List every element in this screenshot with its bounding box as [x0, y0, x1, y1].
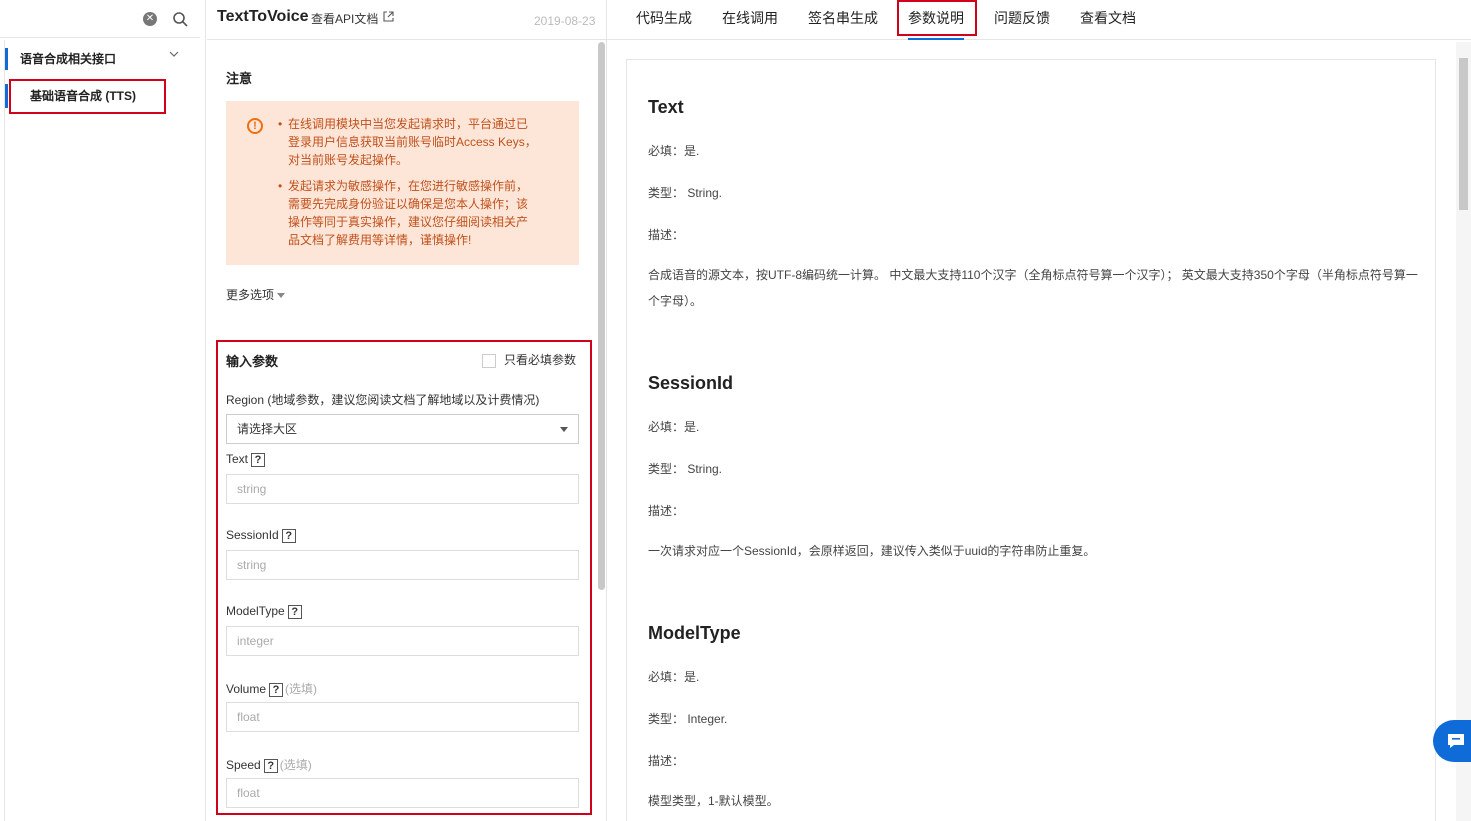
middle-scrollbar[interactable] [598, 42, 605, 590]
view-api-doc-link[interactable]: 查看API文档 [311, 10, 378, 27]
modeltype-input[interactable]: integer [226, 626, 579, 656]
param-desc: 合成语音的源文本，按UTF-8编码统一计算。 中文最大支持110个汉字（全角标点… [648, 268, 1418, 308]
speed-input[interactable]: float [226, 778, 579, 808]
sessionid-input[interactable]: string [226, 550, 579, 580]
chat-icon [1448, 734, 1464, 748]
region-select[interactable]: 请选择大区 [226, 414, 579, 444]
tab-signature[interactable]: 签名串生成 [808, 0, 878, 40]
notice-item: 在线调用模块中当您发起请求时，平台通过已登录用户信息获取当前账号临时Access… [278, 115, 538, 169]
param-type: 类型： String. [648, 462, 723, 476]
help-icon[interactable]: ? [281, 528, 296, 543]
sidebar-group-tts[interactable]: 语音合成相关接口 [5, 48, 195, 70]
region-label: Region (地域参数，建议您阅读文档了解地域以及计费情况) [226, 393, 540, 407]
param-type: 类型： Integer. [648, 712, 728, 726]
input-params-title: 输入参数 [226, 354, 279, 369]
optional-tag: (选填) [279, 758, 312, 772]
field-label-text: Text [226, 452, 249, 466]
param-type: 类型： String. [648, 186, 723, 200]
notice-title: 注意 [226, 71, 253, 86]
chat-button[interactable] [1433, 720, 1471, 762]
text-input[interactable]: string [226, 474, 579, 504]
docs-scrollbar-thumb[interactable] [1459, 58, 1468, 210]
optional-tag: (选填) [285, 682, 318, 696]
param-name: Text [648, 97, 684, 117]
volume-input[interactable]: float [226, 702, 579, 732]
param-required: 必填：是. [648, 144, 700, 158]
param-desc: 模型类型，1-默认模型。 [648, 794, 779, 808]
help-icon[interactable]: ? [263, 758, 278, 773]
modeltype-label: ModelType? [226, 604, 304, 619]
external-link-icon[interactable] [383, 11, 394, 22]
notice-list: 在线调用模块中当您发起请求时，平台通过已登录用户信息获取当前账号临时Access… [278, 115, 538, 257]
field-label-text: Volume [226, 682, 267, 696]
param-desc-label: 描述： [648, 754, 685, 768]
param-doc-card: Text 必填：是. 类型： String. 描述： 合成语音的源文本，按UTF… [626, 59, 1436, 821]
warning-icon: ! [247, 118, 263, 134]
field-label-text: Speed [226, 758, 261, 772]
chevron-down-icon [560, 427, 568, 432]
checkbox-box[interactable] [482, 353, 496, 368]
search-icon[interactable] [172, 11, 188, 27]
tab-param-description[interactable]: 参数说明 [908, 0, 964, 40]
tab-code-generation[interactable]: 代码生成 [636, 0, 692, 40]
param-desc-label: 描述： [648, 504, 685, 518]
docs-panel: 代码生成 在线调用 签名串生成 参数说明 问题反馈 查看文档 Text 必填：是… [607, 0, 1471, 821]
region-selected-value: 请选择大区 [237, 422, 298, 436]
field-label-text: SessionId [226, 528, 279, 542]
param-name: ModelType [648, 623, 741, 643]
speed-label: Speed? (选填) [226, 756, 312, 773]
sidebar-divider [4, 40, 5, 821]
online-call-panel: TextToVoice 查看API文档 2019-08-23 注意 ! 在线调用… [207, 0, 607, 821]
param-required: 必填：是. [648, 670, 700, 684]
notice-item: 发起请求为敏感操作，在您进行敏感操作前，需要先完成身份验证以确保是您本人操作；该… [278, 177, 538, 249]
sessionid-label: SessionId? [226, 528, 298, 543]
sidebar: ✕ 语音合成相关接口 基础语音合成 (TTS) [0, 0, 206, 821]
clear-icon[interactable]: ✕ [143, 12, 157, 26]
tab-view-docs[interactable]: 查看文档 [1080, 0, 1136, 40]
help-icon[interactable]: ? [287, 604, 302, 619]
tab-bar: 代码生成 在线调用 签名串生成 参数说明 问题反馈 查看文档 [607, 0, 1471, 40]
more-options-label: 更多选项 [226, 288, 275, 302]
api-title: TextToVoice [217, 8, 309, 25]
more-options-toggle[interactable]: 更多选项 [226, 286, 286, 303]
param-required: 必填：是. [648, 420, 700, 434]
param-name: SessionId [648, 373, 734, 393]
sidebar-item-tts[interactable]: 基础语音合成 (TTS) [5, 84, 195, 108]
param-desc-label: 描述： [648, 228, 685, 242]
tab-feedback[interactable]: 问题反馈 [994, 0, 1050, 40]
text-label: Text? [226, 452, 267, 467]
volume-label: Volume? (选填) [226, 680, 317, 697]
tab-online-call[interactable]: 在线调用 [722, 0, 778, 40]
notice-box: ! 在线调用模块中当您发起请求时，平台通过已登录用户信息获取当前账号临时Acce… [226, 101, 579, 265]
required-only-checkbox[interactable]: 只看必填参数 [482, 351, 576, 368]
search-input[interactable]: ✕ [0, 0, 200, 38]
app-window: ✕ 语音合成相关接口 基础语音合成 (TTS) TextToVoice 查看AP… [0, 0, 1471, 821]
field-label-text: ModelType [226, 604, 285, 618]
chevron-down-icon[interactable] [168, 48, 180, 60]
api-header: TextToVoice 查看API文档 2019-08-23 [207, 0, 607, 40]
help-icon[interactable]: ? [251, 452, 266, 467]
api-date: 2019-08-23 [534, 14, 596, 28]
required-only-label: 只看必填参数 [504, 353, 577, 367]
caret-down-icon [277, 293, 286, 299]
param-desc: 一次请求对应一个SessionId，会原样返回，建议传入类似于uuid的字符串防… [648, 544, 1096, 558]
help-icon[interactable]: ? [269, 682, 284, 697]
